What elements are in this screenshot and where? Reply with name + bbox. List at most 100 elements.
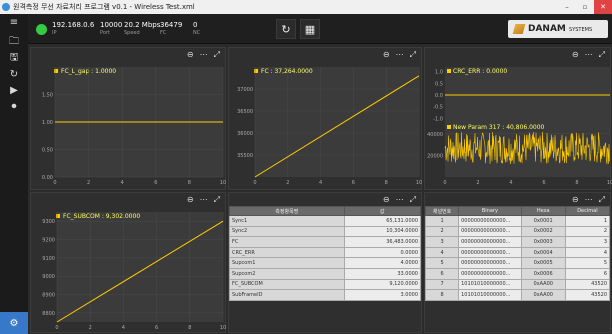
plot-area <box>57 212 223 322</box>
measure-value: 36,483.0000 <box>343 236 422 248</box>
table-row[interactable]: 6 00000000000000... 0x0006 6 <box>424 267 611 280</box>
legend-marker <box>447 69 451 73</box>
table-row[interactable]: 3 00000000000000... 0x0003 3 <box>424 236 611 248</box>
more-icon[interactable]: ⋯ <box>396 50 404 59</box>
window-title: 원격측정 무선 자료처리 프로그램 v0.1 - Wireless Test.x… <box>13 3 195 11</box>
more-icon[interactable]: ⋯ <box>396 195 404 204</box>
stop-icon[interactable]: ⏺ <box>0 98 28 114</box>
chart-crc-err: CRC_ERR : 0.0000 New Param 317 : 40,806.… <box>427 67 612 186</box>
channel-decimal: 43520 <box>564 278 611 291</box>
table-row[interactable]: FC_SUBCOM 9,120.0000 <box>229 278 422 291</box>
table-row[interactable]: SubFrameID 3.0000 <box>229 289 422 301</box>
measure-value: 4.0000 <box>343 257 422 269</box>
measure-value: 65,131.0000 <box>343 215 422 227</box>
table-row[interactable]: FC 36,483.0000 <box>229 236 422 248</box>
channel-hexa: 0x0001 <box>520 215 566 227</box>
more-icon[interactable]: ⋯ <box>200 195 208 204</box>
column-header[interactable]: 채널번호 <box>424 206 460 216</box>
speed-readout: 20.2 Mbps Speed <box>124 21 161 36</box>
reload-button[interactable]: ↻ <box>276 19 296 39</box>
expand-icon[interactable]: ⤢ <box>214 195 220 205</box>
fc-readout: 36479 FC <box>160 21 183 36</box>
y-tick-label: 9300 <box>42 219 55 225</box>
expand-icon[interactable]: ⤢ <box>410 50 416 60</box>
table-row[interactable]: 5 00000000000000... 0x0005 5 <box>424 257 611 269</box>
save-icon[interactable]: 🖫 <box>0 50 28 66</box>
table-row[interactable]: 4 00000000000000... 0x0004 4 <box>424 246 611 259</box>
column-header[interactable]: 측정항목명 <box>229 206 345 216</box>
more-icon[interactable]: ⋯ <box>200 50 208 59</box>
x-tick-label: 6 <box>154 180 157 186</box>
legend-marker <box>254 69 258 73</box>
measure-name: CRC_ERR <box>229 246 345 259</box>
play-icon[interactable]: ▶ <box>0 82 28 98</box>
x-tick-label: 6 <box>352 180 355 186</box>
zoom-out-icon[interactable]: ⊖ <box>572 50 579 59</box>
table-row[interactable]: Sync1 65,131.0000 <box>229 215 422 227</box>
close-button[interactable]: ✕ <box>594 0 612 14</box>
channel-hexa: 0x0002 <box>520 225 566 238</box>
measure-value: 3.0000 <box>343 289 422 301</box>
settings-icon[interactable]: ⚙ <box>0 312 28 334</box>
table-row[interactable]: 1 00000000000000... 0x0001 1 <box>424 215 611 227</box>
channel-hexa: 0x0005 <box>520 257 566 269</box>
maximize-button[interactable]: ▫ <box>576 0 594 14</box>
table-row[interactable]: 2 00000000000000... 0x0002 2 <box>424 225 611 238</box>
channel-decimal: 3 <box>564 236 611 248</box>
channel-binary: 00000000000000... <box>458 257 522 269</box>
table-row[interactable]: Supcom1 4.0000 <box>229 257 422 269</box>
zoom-out-icon[interactable]: ⊖ <box>187 50 194 59</box>
connection-status-indicator <box>36 24 47 35</box>
reload-icon: ↻ <box>281 22 291 36</box>
y-tick-label: 8800 <box>42 311 55 317</box>
measure-value: 0.0000 <box>343 246 422 259</box>
expand-icon[interactable]: ⤢ <box>599 195 605 205</box>
channel-hexa: 0x0003 <box>520 236 566 248</box>
channel-panel: ⊖ ⋯ ⤢ 채널번호 Binary Hexa Decimal 1 0000000000… <box>424 192 611 333</box>
channel-decimal: 5 <box>564 257 611 269</box>
expand-icon[interactable]: ⤢ <box>599 50 605 60</box>
x-tick-label: 6 <box>542 180 545 186</box>
channel-table: 채널번호 Binary Hexa Decimal 1 00000000000000… <box>424 206 611 301</box>
measurement-panel: ⊖ ⋯ ⤢ 측정항목명 값 Sync1 65,131.0000 Sync2 10,304.… <box>228 192 422 333</box>
column-header[interactable]: 값 <box>343 206 422 216</box>
refresh-icon[interactable]: ↻ <box>0 66 28 82</box>
table-row[interactable]: Sync2 10,304.0000 <box>229 225 422 238</box>
channel-number: 8 <box>424 289 460 301</box>
table-row[interactable]: 8 10101010000000... 0xAA00 43520 <box>424 289 611 301</box>
y-tick-label: -1.0 <box>433 116 443 122</box>
more-icon[interactable]: ⋯ <box>585 50 593 59</box>
zoom-out-icon[interactable]: ⊖ <box>572 195 579 204</box>
more-icon[interactable]: ⋯ <box>585 195 593 204</box>
x-tick-label: 0 <box>53 180 56 186</box>
table-row[interactable]: 7 10101010000000... 0xAA00 43520 <box>424 278 611 291</box>
channel-binary: 00000000000000... <box>458 246 522 259</box>
measure-name: FC <box>229 236 345 248</box>
layout-button[interactable]: ▦ <box>300 19 320 39</box>
measure-name: Sync2 <box>229 225 345 238</box>
y-tick-label: 0.50 <box>42 148 53 154</box>
zoom-out-icon[interactable]: ⊖ <box>383 50 390 59</box>
channel-decimal: 43520 <box>564 289 611 301</box>
channel-binary: 10101010000000... <box>458 289 522 301</box>
y-tick-label: 9000 <box>42 274 55 280</box>
column-header[interactable]: Binary <box>458 206 522 216</box>
column-header[interactable]: Hexa <box>520 206 566 216</box>
expand-icon[interactable]: ⤢ <box>214 50 220 60</box>
y-tick-label: -0.5 <box>433 105 443 111</box>
channel-decimal: 2 <box>564 225 611 238</box>
x-tick-label: 8 <box>188 325 191 331</box>
menu-icon[interactable]: ≡ <box>0 14 28 30</box>
y-tick-label: 8900 <box>42 293 55 299</box>
minimize-button[interactable]: – <box>558 0 576 14</box>
expand-icon[interactable]: ⤢ <box>410 195 416 205</box>
zoom-out-icon[interactable]: ⊖ <box>383 195 390 204</box>
app-icon <box>2 3 10 11</box>
table-row[interactable]: CRC_ERR 0.0000 <box>229 246 422 259</box>
x-tick-label: 10 <box>416 180 422 186</box>
column-header[interactable]: Decimal <box>564 206 611 216</box>
folder-open-icon[interactable]: 🗀 <box>0 34 28 50</box>
channel-hexa: 0x0006 <box>520 267 566 280</box>
zoom-out-icon[interactable]: ⊖ <box>187 195 194 204</box>
table-row[interactable]: Supcom2 33.0000 <box>229 267 422 280</box>
